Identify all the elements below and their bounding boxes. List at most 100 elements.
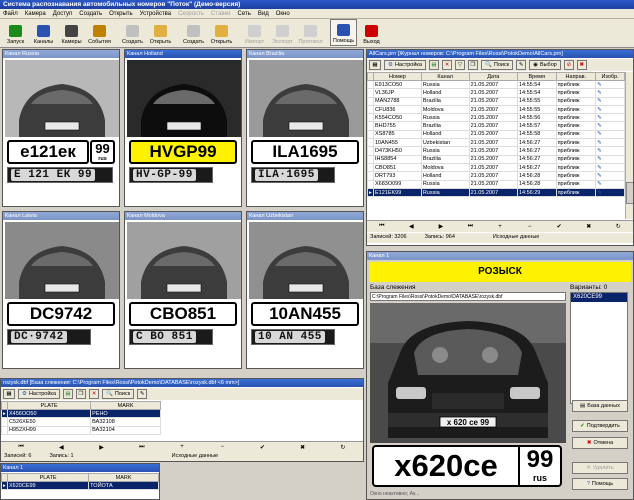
variant-item[interactable]: X620CE99: [571, 293, 627, 302]
column-header[interactable]: MARK: [88, 473, 159, 482]
delete-icon[interactable]: ✕: [89, 389, 100, 399]
image-icon[interactable]: ✎: [597, 82, 602, 88]
column-header[interactable]: Изобр.: [595, 72, 625, 81]
prev-record-icon[interactable]: ◀: [397, 223, 427, 230]
image-icon[interactable]: ✎: [597, 90, 602, 96]
confirm-record-icon[interactable]: ✔: [544, 223, 574, 230]
column-header[interactable]: PLATE: [6, 401, 92, 410]
close-icon[interactable]: ✖: [576, 60, 587, 70]
refresh-icon[interactable]: ↻: [323, 444, 363, 451]
delete-icon[interactable]: ✕: [442, 60, 453, 70]
wanted-settings-button[interactable]: ⚙ Настройка: [18, 389, 61, 399]
image-icon[interactable]: ✎: [597, 115, 602, 121]
toolbar-button[interactable]: Помощь: [330, 19, 357, 46]
column-header[interactable]: Канал: [420, 72, 470, 81]
next-record-icon[interactable]: ▶: [426, 223, 456, 230]
first-record-icon[interactable]: ⏮: [367, 223, 397, 230]
column-header[interactable]: MARK: [90, 401, 161, 410]
remove-record-icon[interactable]: −: [202, 444, 242, 450]
camera-title[interactable]: Канал Holland: [125, 50, 241, 58]
table-row[interactable]: CFU836 Moldova 21.05.2007 14:55:55 приближ ✎: [367, 104, 625, 115]
table-row[interactable]: ▸ X456OO50 РЕНО: [1, 408, 161, 419]
table-row[interactable]: X683O099 Russia 21.05.2007 14:56:28 приближ ✎: [367, 179, 625, 189]
alert-title[interactable]: Канал 1: [367, 252, 633, 260]
grid-icon[interactable]: ▦: [369, 60, 381, 70]
add-record-icon[interactable]: +: [162, 444, 202, 450]
cancel-button[interactable]: ✖ Отмена: [572, 437, 628, 449]
camera-title[interactable]: Канал Latvia: [3, 212, 119, 220]
table-row[interactable]: MAN2788 Brazilia 21.05.2007 14:55:55 приближ…: [367, 96, 625, 106]
camera-title[interactable]: Канал Russia: [3, 50, 119, 58]
toolbar-button[interactable]: Создать: [119, 19, 146, 46]
confirm-button[interactable]: ✔ Подтвердить: [572, 420, 628, 432]
remove-record-icon[interactable]: −: [515, 224, 545, 230]
journal-select-button[interactable]: ◉ Выбор: [529, 60, 561, 70]
journal-settings-button[interactable]: ⚙ Настройка: [384, 60, 427, 70]
help-button[interactable]: ? Помощь: [572, 478, 628, 490]
image-icon[interactable]: ✎: [597, 123, 602, 129]
db-path-field[interactable]: C:\Program Files\Rossi\PotokDemo\DATABAS…: [370, 292, 566, 301]
filter-icon[interactable]: ▽: [455, 60, 466, 70]
prev-record-icon[interactable]: ◀: [41, 444, 81, 451]
toolbar-button[interactable]: Каналы: [30, 19, 57, 46]
camera-title[interactable]: Канал Uzbekistan: [247, 212, 363, 220]
cancel-record-icon[interactable]: ✖: [283, 444, 323, 451]
camera-title[interactable]: Канал Brazilia: [247, 50, 363, 58]
table-row[interactable]: D473KH50 Russia 21.05.2007 14:56:27 приближ ✎: [367, 146, 625, 156]
cancel-record-icon[interactable]: ✖: [574, 223, 604, 230]
image-icon[interactable]: ✎: [597, 98, 602, 104]
image-icon[interactable]: ✎: [597, 173, 602, 179]
toolbar-button[interactable]: Открыть: [208, 19, 235, 46]
table-row[interactable]: ▸ X620CE99 ТОЙОТА: [1, 480, 159, 491]
table-row[interactable]: XS8785 Holland 21.05.2007 14:55:58 приближ ✎: [367, 129, 625, 140]
mark-icon[interactable]: ✎: [137, 389, 148, 399]
menu-item[interactable]: Файл: [3, 9, 18, 18]
menu-item[interactable]: Вид: [258, 9, 269, 18]
print-icon[interactable]: ▤: [429, 60, 440, 70]
table-row[interactable]: VL36JP Holland 21.05.2007 14:55:54 приближ ✎: [367, 88, 625, 98]
table-row[interactable]: E913CO50 Russia 21.05.2007 14:55:54 приближ ✎: [367, 79, 625, 90]
toolbar-button[interactable]: Выход: [358, 19, 385, 46]
menu-item[interactable]: Скорость: [178, 9, 204, 18]
toolbar-button[interactable]: Камеры: [58, 19, 85, 46]
image-icon[interactable]: ✎: [597, 156, 602, 162]
add-record-icon[interactable]: +: [485, 224, 515, 230]
last-record-icon[interactable]: ⏭: [122, 444, 162, 451]
delete-button[interactable]: ✕ Удалить: [572, 462, 628, 474]
confirm-record-icon[interactable]: ✔: [242, 444, 282, 451]
scroll-thumb[interactable]: [626, 182, 633, 204]
image-icon[interactable]: ✎: [597, 148, 602, 154]
menu-item[interactable]: Создать: [79, 9, 102, 18]
table-row[interactable]: DRT793 Holland 21.05.2007 14:56:28 приближ ✎: [367, 171, 625, 181]
journal-scrollbar[interactable]: [625, 72, 633, 219]
first-record-icon[interactable]: ⏮: [1, 444, 41, 451]
table-row[interactable]: BHD755 Brazilia 21.05.2007 14:55:57 приближ ✎: [367, 121, 625, 131]
variants-list[interactable]: X620CE99: [570, 292, 628, 404]
wanted-db-title[interactable]: rozysk.dbf [База слежения: C:\Program Fi…: [1, 379, 363, 387]
database-button[interactable]: ▤ База данных: [572, 400, 628, 412]
camera-title[interactable]: Канал Moldova: [125, 212, 241, 220]
menu-item[interactable]: Устройства: [140, 9, 171, 18]
table-row[interactable]: C526XE50 ВАЗ2108: [1, 417, 161, 427]
menu-item[interactable]: Доступ: [53, 9, 73, 18]
toolbar-button[interactable]: Запуск: [2, 19, 29, 46]
last-record-icon[interactable]: ⏭: [456, 223, 486, 230]
image-icon[interactable]: ✎: [597, 190, 602, 196]
refresh-icon[interactable]: ↻: [604, 223, 634, 230]
toolbar-button[interactable]: Создать: [180, 19, 207, 46]
menu-item[interactable]: Камера: [25, 9, 46, 18]
column-header[interactable]: Номер: [373, 72, 422, 81]
grid-icon[interactable]: ▦: [3, 389, 15, 399]
journal-title[interactable]: AllCars.prn [Журнал номеров: C:\Program …: [367, 50, 633, 58]
toolbar-button[interactable]: Импорт: [241, 19, 268, 46]
table-row[interactable]: K554CO50 Russia 21.05.2007 14:55:56 приближ ✎: [367, 113, 625, 123]
menu-item[interactable]: Ставки: [211, 9, 231, 18]
column-header[interactable]: PLATE: [6, 473, 90, 482]
column-header[interactable]: Направ.: [555, 72, 597, 81]
copy-icon[interactable]: ❐: [468, 60, 479, 70]
table-row[interactable]: IHS8854 Brazilia 21.05.2007 14:56:27 приближ…: [367, 154, 625, 164]
table-row[interactable]: ▸ E121EK99 Russia 21.05.2007 14:56:29 приближ…: [367, 187, 625, 198]
journal-search-button[interactable]: 🔍 Поиск: [481, 60, 514, 70]
toolbar-button[interactable]: Открыть: [147, 19, 174, 46]
toolbar-button[interactable]: Экспорт: [269, 19, 296, 46]
